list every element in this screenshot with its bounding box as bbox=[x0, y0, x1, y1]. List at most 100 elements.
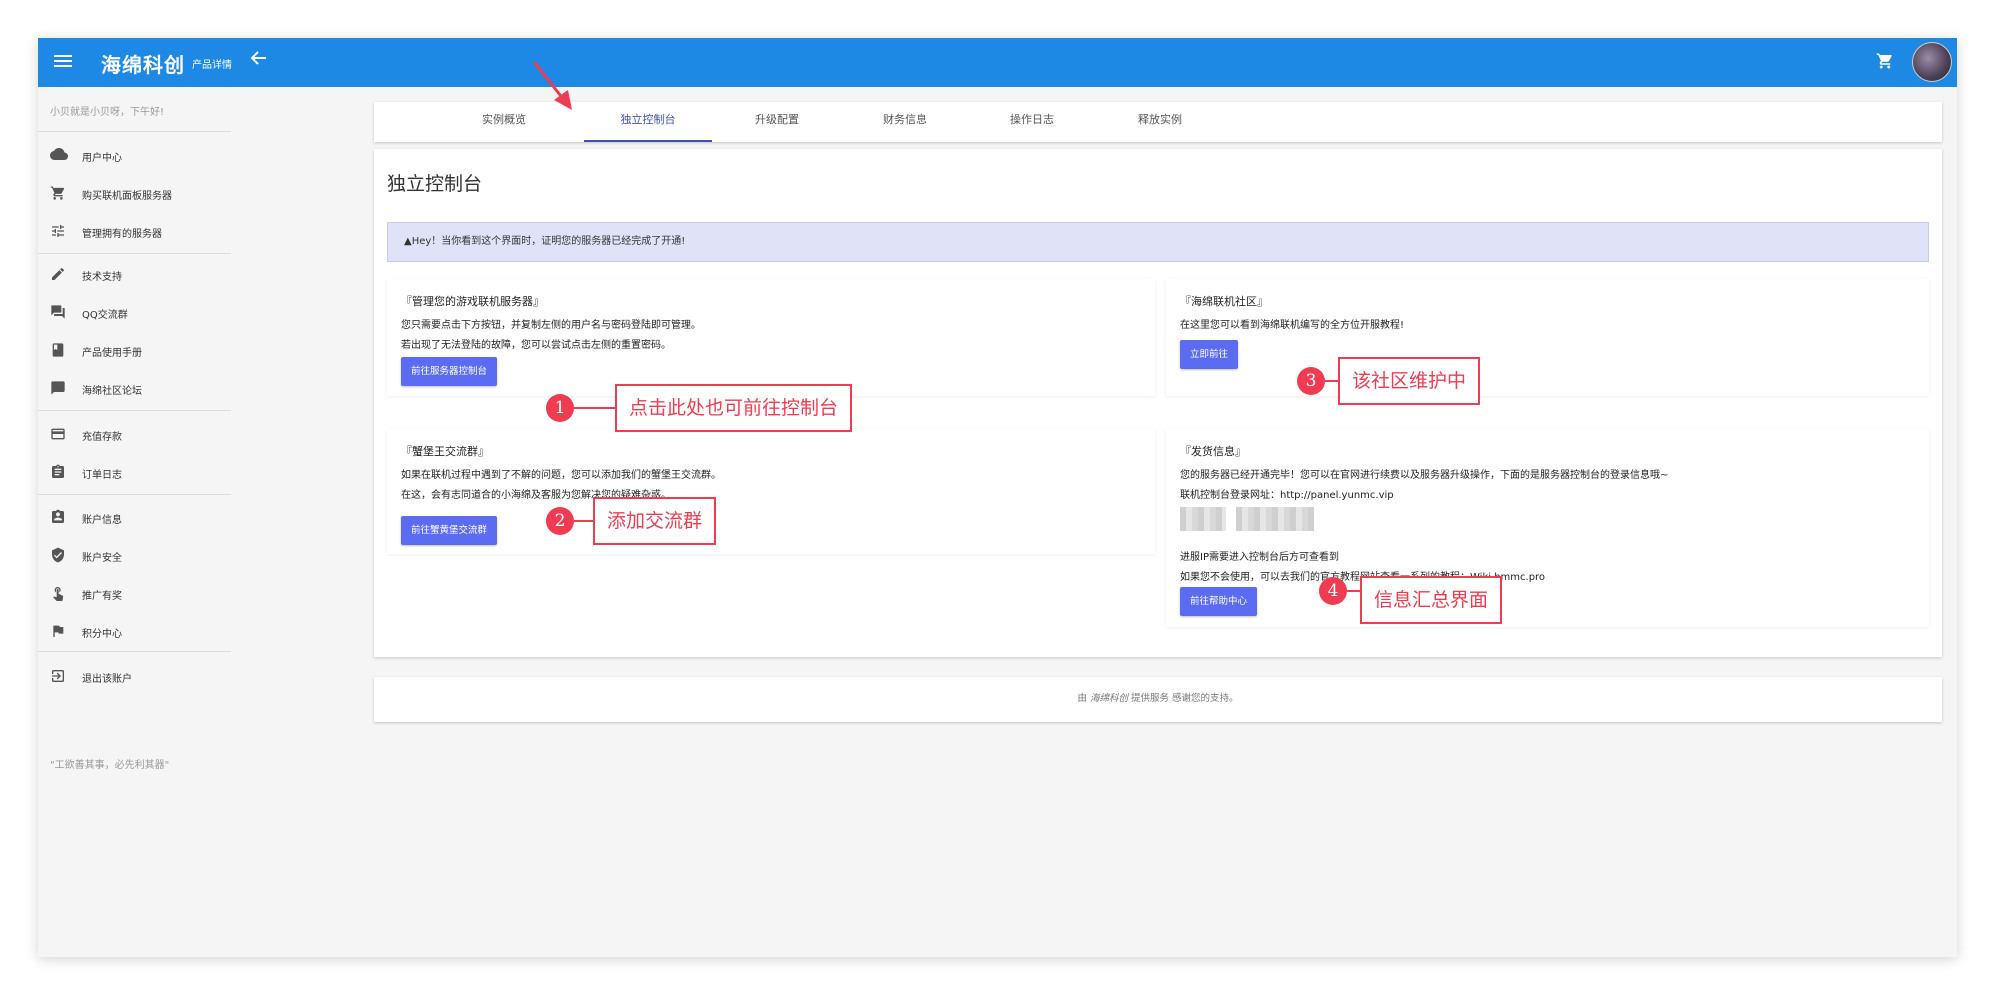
exit-icon bbox=[50, 668, 68, 684]
avatar[interactable] bbox=[1912, 42, 1952, 82]
top-app-bar: 海绵科创 产品详情 bbox=[38, 38, 1957, 87]
sidebar: 小贝就是小贝呀，下午好! 用户中心 购买联机面板服务器 管理拥有的服务器 技术支… bbox=[38, 87, 231, 957]
join-group-button[interactable]: 前往蟹黄堡交流群 bbox=[401, 516, 498, 545]
account-badge-icon bbox=[50, 509, 68, 525]
sidebar-item-security[interactable]: 账户安全 bbox=[38, 541, 231, 569]
console-card: 独立控制台 ▲Hey！当你看到这个界面时，证明您的服务器已经完成了开通! 『管理… bbox=[374, 149, 1942, 657]
app-window: 海绵科创 产品详情 小贝就是小贝呀，下午好! 用户中心 购买联机面板服务器 管理… bbox=[38, 38, 1957, 957]
flag-icon bbox=[50, 623, 68, 639]
panel-title: 『蟹堡王交流群』 bbox=[401, 445, 489, 458]
go-console-button[interactable]: 前往服务器控制台 bbox=[401, 357, 498, 386]
sidebar-divider bbox=[38, 494, 231, 495]
panel-text: 进服IP需要进入控制台后方可查看到 bbox=[1180, 552, 1339, 563]
manage-server-panel: 『管理您的游戏联机服务器』 您只需要点击下方按钮，并复制左侧的用户名与密码登陆即… bbox=[387, 279, 1155, 396]
sidebar-item-label: QQ交流群 bbox=[82, 310, 128, 321]
sidebar-item-label: 退出该账户 bbox=[82, 674, 132, 685]
callout-number: 1 bbox=[546, 394, 574, 422]
sidebar-item-label: 订单日志 bbox=[82, 470, 122, 481]
sidebar-item-orders[interactable]: 订单日志 bbox=[38, 458, 231, 486]
callout-label: 信息汇总界面 bbox=[1360, 576, 1503, 624]
sidebar-item-tech-support[interactable]: 技术支持 bbox=[38, 260, 231, 288]
footer-brand-link[interactable]: 海绵科创 bbox=[1090, 693, 1128, 704]
sliders-icon bbox=[50, 223, 68, 239]
page-subtitle: 产品详情 bbox=[192, 60, 232, 71]
sidebar-item-buy-server[interactable]: 购买联机面板服务器 bbox=[38, 179, 231, 207]
arrow-annotation-icon bbox=[532, 61, 572, 110]
panel-text: 在这里您可以看到海绵联机编写的全方位开服教程! bbox=[1180, 320, 1405, 331]
forum-icon bbox=[50, 380, 68, 396]
callout-connector bbox=[1347, 590, 1361, 592]
panel-title: 『发货信息』 bbox=[1180, 445, 1246, 458]
sidebar-item-account-info[interactable]: 账户信息 bbox=[38, 503, 231, 531]
sidebar-item-label: 管理拥有的服务器 bbox=[82, 229, 162, 240]
sidebar-divider bbox=[38, 651, 231, 652]
panel-text: 如果在联机过程中遇到了不解的问题，您可以添加我们的蟹堡王交流群。 bbox=[401, 470, 721, 481]
sidebar-item-label: 购买联机面板服务器 bbox=[82, 191, 172, 202]
sidebar-item-points[interactable]: 积分中心 bbox=[38, 617, 231, 645]
go-community-button[interactable]: 立即前往 bbox=[1180, 340, 1239, 369]
cloud-icon bbox=[50, 147, 68, 163]
sidebar-item-label: 推广有奖 bbox=[82, 591, 122, 602]
sidebar-item-label: 充值存款 bbox=[82, 432, 122, 443]
footer-suffix: 提供服务 感谢您的支持。 bbox=[1131, 693, 1239, 704]
book-icon bbox=[50, 342, 68, 358]
go-help-center-button[interactable]: 前往帮助中心 bbox=[1180, 587, 1258, 616]
sidebar-item-label: 积分中心 bbox=[82, 629, 122, 640]
panel-text: 您只需要点击下方按钮，并复制左侧的用户名与密码登陆即可管理。 bbox=[401, 320, 701, 331]
sidebar-item-referral[interactable]: 推广有奖 bbox=[38, 579, 231, 607]
panel-url-text: 联机控制台登录网址：http://panel.yunmc.vip bbox=[1180, 490, 1394, 501]
sidebar-item-label: 账户安全 bbox=[82, 553, 122, 564]
touch-icon bbox=[50, 585, 68, 601]
shield-check-icon bbox=[50, 547, 68, 563]
delivery-info-panel: 『发货信息』 您的服务器已经开通完毕！您可以在官网进行续费以及服务器升级操作，下… bbox=[1166, 429, 1929, 627]
panel-title: 『管理您的游戏联机服务器』 bbox=[401, 295, 544, 308]
sidebar-item-forum[interactable]: 海绵社区论坛 bbox=[38, 374, 231, 402]
menu-icon[interactable] bbox=[54, 52, 72, 72]
panel-text: 您的服务器已经开通完毕！您可以在官网进行续费以及服务器升级操作，下面的是服务器控… bbox=[1180, 470, 1669, 481]
callout-connector bbox=[574, 407, 616, 409]
credit-card-icon bbox=[50, 426, 68, 442]
group-panel: 『蟹堡王交流群』 如果在联机过程中遇到了不解的问题，您可以添加我们的蟹堡王交流群… bbox=[387, 429, 1155, 554]
community-panel: 『海绵联机社区』 在这里您可以看到海绵联机编写的全方位开服教程! 立即前往 bbox=[1166, 279, 1929, 396]
callout-label: 该社区维护中 bbox=[1338, 357, 1481, 405]
sidebar-item-label: 海绵社区论坛 bbox=[82, 386, 142, 397]
panel-title: 『海绵联机社区』 bbox=[1180, 295, 1268, 308]
tab-upgrade[interactable]: 升级配置 bbox=[713, 102, 841, 142]
success-alert: ▲Hey！当你看到这个界面时，证明您的服务器已经完成了开通! bbox=[387, 222, 1929, 262]
sidebar-item-label: 账户信息 bbox=[82, 515, 122, 526]
sidebar-item-qq-group[interactable]: QQ交流群 bbox=[38, 298, 231, 326]
callout-connector bbox=[1325, 380, 1339, 382]
sidebar-item-logout[interactable]: 退出该账户 bbox=[38, 662, 231, 690]
cart-icon[interactable] bbox=[1876, 52, 1896, 72]
tab-logs[interactable]: 操作日志 bbox=[968, 102, 1096, 142]
clipboard-icon bbox=[50, 464, 68, 480]
sidebar-item-recharge[interactable]: 充值存款 bbox=[38, 420, 231, 448]
tab-release[interactable]: 释放实例 bbox=[1096, 102, 1224, 142]
tab-finance[interactable]: 财务信息 bbox=[841, 102, 969, 142]
footer-prefix: 由 bbox=[1077, 693, 1087, 704]
app-title[interactable]: 海绵科创 bbox=[101, 49, 185, 78]
callout-number: 4 bbox=[1319, 577, 1347, 605]
sidebar-item-label: 用户中心 bbox=[82, 153, 122, 164]
sidebar-item-manage-servers[interactable]: 管理拥有的服务器 bbox=[38, 217, 231, 245]
cart-icon bbox=[50, 185, 68, 201]
sidebar-item-label: 产品使用手册 bbox=[82, 348, 142, 359]
sidebar-item-user-center[interactable]: 用户中心 bbox=[38, 141, 231, 169]
callout-number: 3 bbox=[1297, 367, 1325, 395]
sidebar-divider bbox=[38, 410, 231, 411]
tab-console[interactable]: 独立控制台 bbox=[584, 102, 712, 142]
tab-bar: 实例概览 独立控制台 升级配置 财务信息 操作日志 释放实例 bbox=[374, 102, 1942, 142]
redacted-username bbox=[1180, 507, 1226, 531]
sidebar-divider bbox=[38, 253, 231, 254]
chat-icon bbox=[50, 304, 68, 320]
footer: 由 海绵科创 提供服务 感谢您的支持。 bbox=[374, 677, 1942, 722]
sidebar-motto: "工欲善其事，必先利其器" bbox=[50, 760, 170, 771]
sidebar-divider bbox=[38, 131, 231, 132]
sidebar-item-manual[interactable]: 产品使用手册 bbox=[38, 336, 231, 364]
callout-label: 添加交流群 bbox=[593, 497, 717, 545]
back-arrow-icon[interactable] bbox=[250, 48, 268, 72]
redacted-password bbox=[1236, 507, 1314, 531]
greeting-text: 小贝就是小贝呀，下午好! bbox=[50, 107, 165, 118]
callout-number: 2 bbox=[546, 507, 574, 535]
callout-label: 点击此处也可前往控制台 bbox=[615, 384, 853, 432]
